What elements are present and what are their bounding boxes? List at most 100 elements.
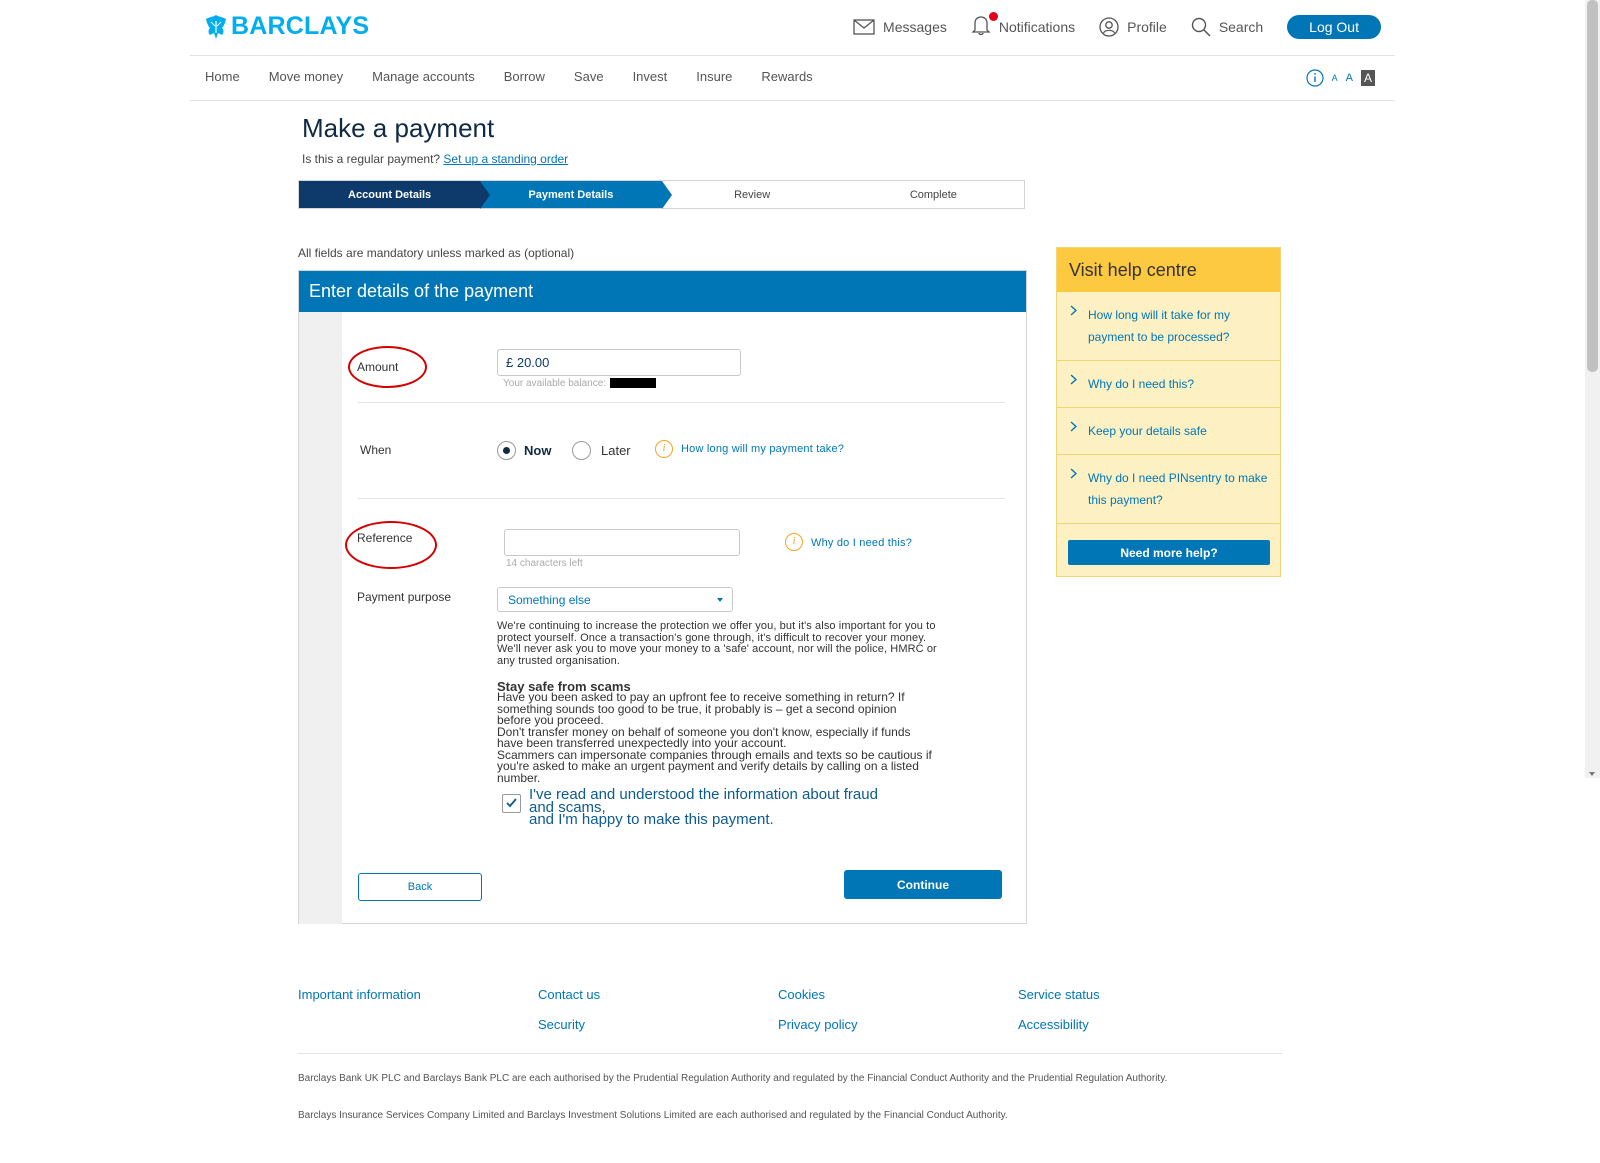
profile-label: Profile — [1127, 18, 1167, 35]
help-centre-link[interactable]: Why do I need this? — [1057, 361, 1280, 408]
search-label: Search — [1218, 18, 1264, 35]
fraud-confirm-checkbox[interactable] — [502, 794, 521, 813]
nav-item-move-money[interactable]: Move money — [269, 69, 343, 84]
messages-link[interactable]: Messages — [853, 19, 947, 35]
chevron-right-icon — [1070, 305, 1077, 316]
checkmark-icon — [506, 798, 517, 808]
when-now-label: Now — [524, 443, 552, 458]
protection-line: any trusted organisation. — [497, 654, 620, 667]
envelope-icon — [853, 18, 875, 35]
protection-line: We'll never ask you to move your money t… — [497, 643, 937, 655]
amount-input[interactable]: £ 20.00 — [497, 349, 741, 376]
nav-item-insure[interactable]: Insure — [696, 69, 732, 84]
reference-annotation-circle — [345, 521, 437, 569]
footer-security[interactable]: Security — [538, 1017, 585, 1032]
chevron-right-icon — [1070, 374, 1077, 385]
help-centre-list: How long will it take for my payment to … — [1057, 292, 1280, 524]
help-centre-link-label: Why do I need this? — [1088, 377, 1195, 391]
footer-service-status[interactable]: Service status — [1018, 987, 1100, 1002]
nav-item-home[interactable]: Home — [205, 69, 240, 84]
standing-order-link[interactable]: Set up a standing order — [443, 152, 568, 166]
regular-payment-question: Is this a regular payment? Set up a stan… — [302, 152, 568, 166]
help-centre-title: Visit help centre — [1057, 248, 1280, 292]
when-later-label: Later — [601, 443, 631, 458]
utility-nav: Messages Notifications Profile Search Lo… — [829, 12, 1381, 39]
payment-purpose-value: Something else — [508, 593, 591, 607]
divider — [358, 498, 1005, 499]
page-title: Make a payment — [302, 113, 495, 143]
step-account-details: Account Details — [299, 181, 491, 209]
help-centre-link[interactable]: How long will it take for my payment to … — [1057, 292, 1280, 361]
footer-important-information[interactable]: Important information — [298, 987, 421, 1002]
help-centre-link-label: How long will it take for my payment to … — [1088, 308, 1231, 344]
footer-cookies[interactable]: Cookies — [778, 987, 825, 1002]
notifications-icon-wrap — [971, 12, 999, 39]
messages-label: Messages — [883, 18, 947, 35]
text-size-large[interactable]: A — [1360, 70, 1375, 86]
help-centre-link[interactable]: Why do I need PINsentry to make this pay… — [1057, 455, 1280, 524]
confirm-line: and I'm happy to make this payment. — [529, 811, 774, 828]
scam-advice: Have you been asked to pay an upfront fe… — [497, 691, 1012, 785]
notifications-label: Notifications — [998, 18, 1076, 35]
main-nav: Home Move money Manage accounts Borrow Save I… — [190, 56, 1395, 101]
continue-button[interactable]: Continue — [844, 870, 1002, 899]
nav-item-invest[interactable]: Invest — [633, 69, 668, 84]
payment-time-info-icon: i — [655, 440, 673, 458]
nav-item-borrow[interactable]: Borrow — [504, 69, 545, 84]
step-complete: Complete — [842, 181, 1024, 208]
info-icon[interactable] — [1306, 69, 1324, 87]
footer-contact-us[interactable]: Contact us — [538, 987, 600, 1002]
when-now-radio[interactable] — [497, 441, 516, 460]
site-header: BARCLAYS Messages Notifications Profile … — [190, 0, 1395, 56]
scroll-down-arrow-icon[interactable] — [1589, 772, 1595, 776]
chevron-right-icon — [1070, 421, 1077, 432]
text-size-medium[interactable]: A — [1346, 72, 1353, 84]
payment-time-link[interactable]: How long will my payment take? — [681, 443, 844, 455]
scam-line: number. — [497, 770, 541, 785]
help-centre-link-label: Why do I need PINsentry to make this pay… — [1088, 471, 1268, 507]
scam-line: you're asked to make an urgent payment a… — [497, 759, 919, 773]
text-size-small[interactable]: A — [1332, 73, 1338, 83]
search-link[interactable]: Search — [1191, 17, 1263, 37]
reference-hint: 14 characters left — [506, 558, 583, 569]
reference-input[interactable] — [504, 529, 740, 556]
legal-text-insurance: Barclays Insurance Services Company Limi… — [298, 1110, 1008, 1121]
legal-text-bank: Barclays Bank UK PLC and Barclays Bank P… — [298, 1073, 1168, 1084]
help-centre-link[interactable]: Keep your details safe — [1057, 408, 1280, 455]
fraud-confirm-text: I've read and understood the information… — [529, 787, 949, 828]
reference-info-icon: i — [785, 533, 803, 551]
main-nav-items: Home Move money Manage accounts Borrow Save I… — [205, 69, 842, 84]
form-heading: Enter details of the payment — [299, 271, 1026, 312]
step-review: Review — [661, 181, 843, 208]
need-more-help-button[interactable]: Need more help? — [1068, 540, 1270, 565]
footer-divider — [298, 1053, 1283, 1054]
help-centre-panel: Visit help centre How long will it take … — [1056, 247, 1281, 577]
bell-icon — [971, 16, 991, 36]
when-label: When — [360, 443, 392, 457]
chevron-down-icon — [717, 598, 723, 602]
step-payment-details: Payment Details — [480, 181, 672, 209]
barclays-logo[interactable]: BARCLAYS — [204, 12, 369, 41]
back-button[interactable]: Back — [358, 873, 482, 901]
logout-button[interactable]: Log Out — [1287, 14, 1381, 39]
nav-item-manage-accounts[interactable]: Manage accounts — [372, 69, 475, 84]
profile-link[interactable]: Profile — [1099, 16, 1167, 37]
panel-gutter — [299, 312, 342, 924]
payment-purpose-select[interactable]: Something else — [497, 587, 733, 612]
nav-item-rewards[interactable]: Rewards — [761, 69, 812, 84]
page-scrollbar[interactable] — [1585, 0, 1600, 778]
balance-hint-text: Your available balance: — [503, 378, 607, 389]
footer-accessibility[interactable]: Accessibility — [1018, 1017, 1089, 1032]
reference-help-link[interactable]: Why do I need this? — [811, 537, 912, 549]
when-later-radio[interactable] — [572, 441, 591, 460]
redacted-balance — [610, 378, 657, 389]
progress-stepper: Account Details Payment Details Review Comp… — [298, 180, 1025, 209]
nav-item-save[interactable]: Save — [574, 69, 604, 84]
text-size-controls: A A A — [1306, 69, 1375, 87]
notifications-link[interactable]: Notifications — [971, 12, 1076, 39]
footer-privacy-policy[interactable]: Privacy policy — [778, 1017, 857, 1032]
chevron-right-icon — [1070, 468, 1077, 479]
regular-payment-text: Is this a regular payment? — [302, 152, 441, 166]
notification-badge — [988, 12, 998, 21]
scrollbar-thumb[interactable] — [1587, 0, 1598, 372]
